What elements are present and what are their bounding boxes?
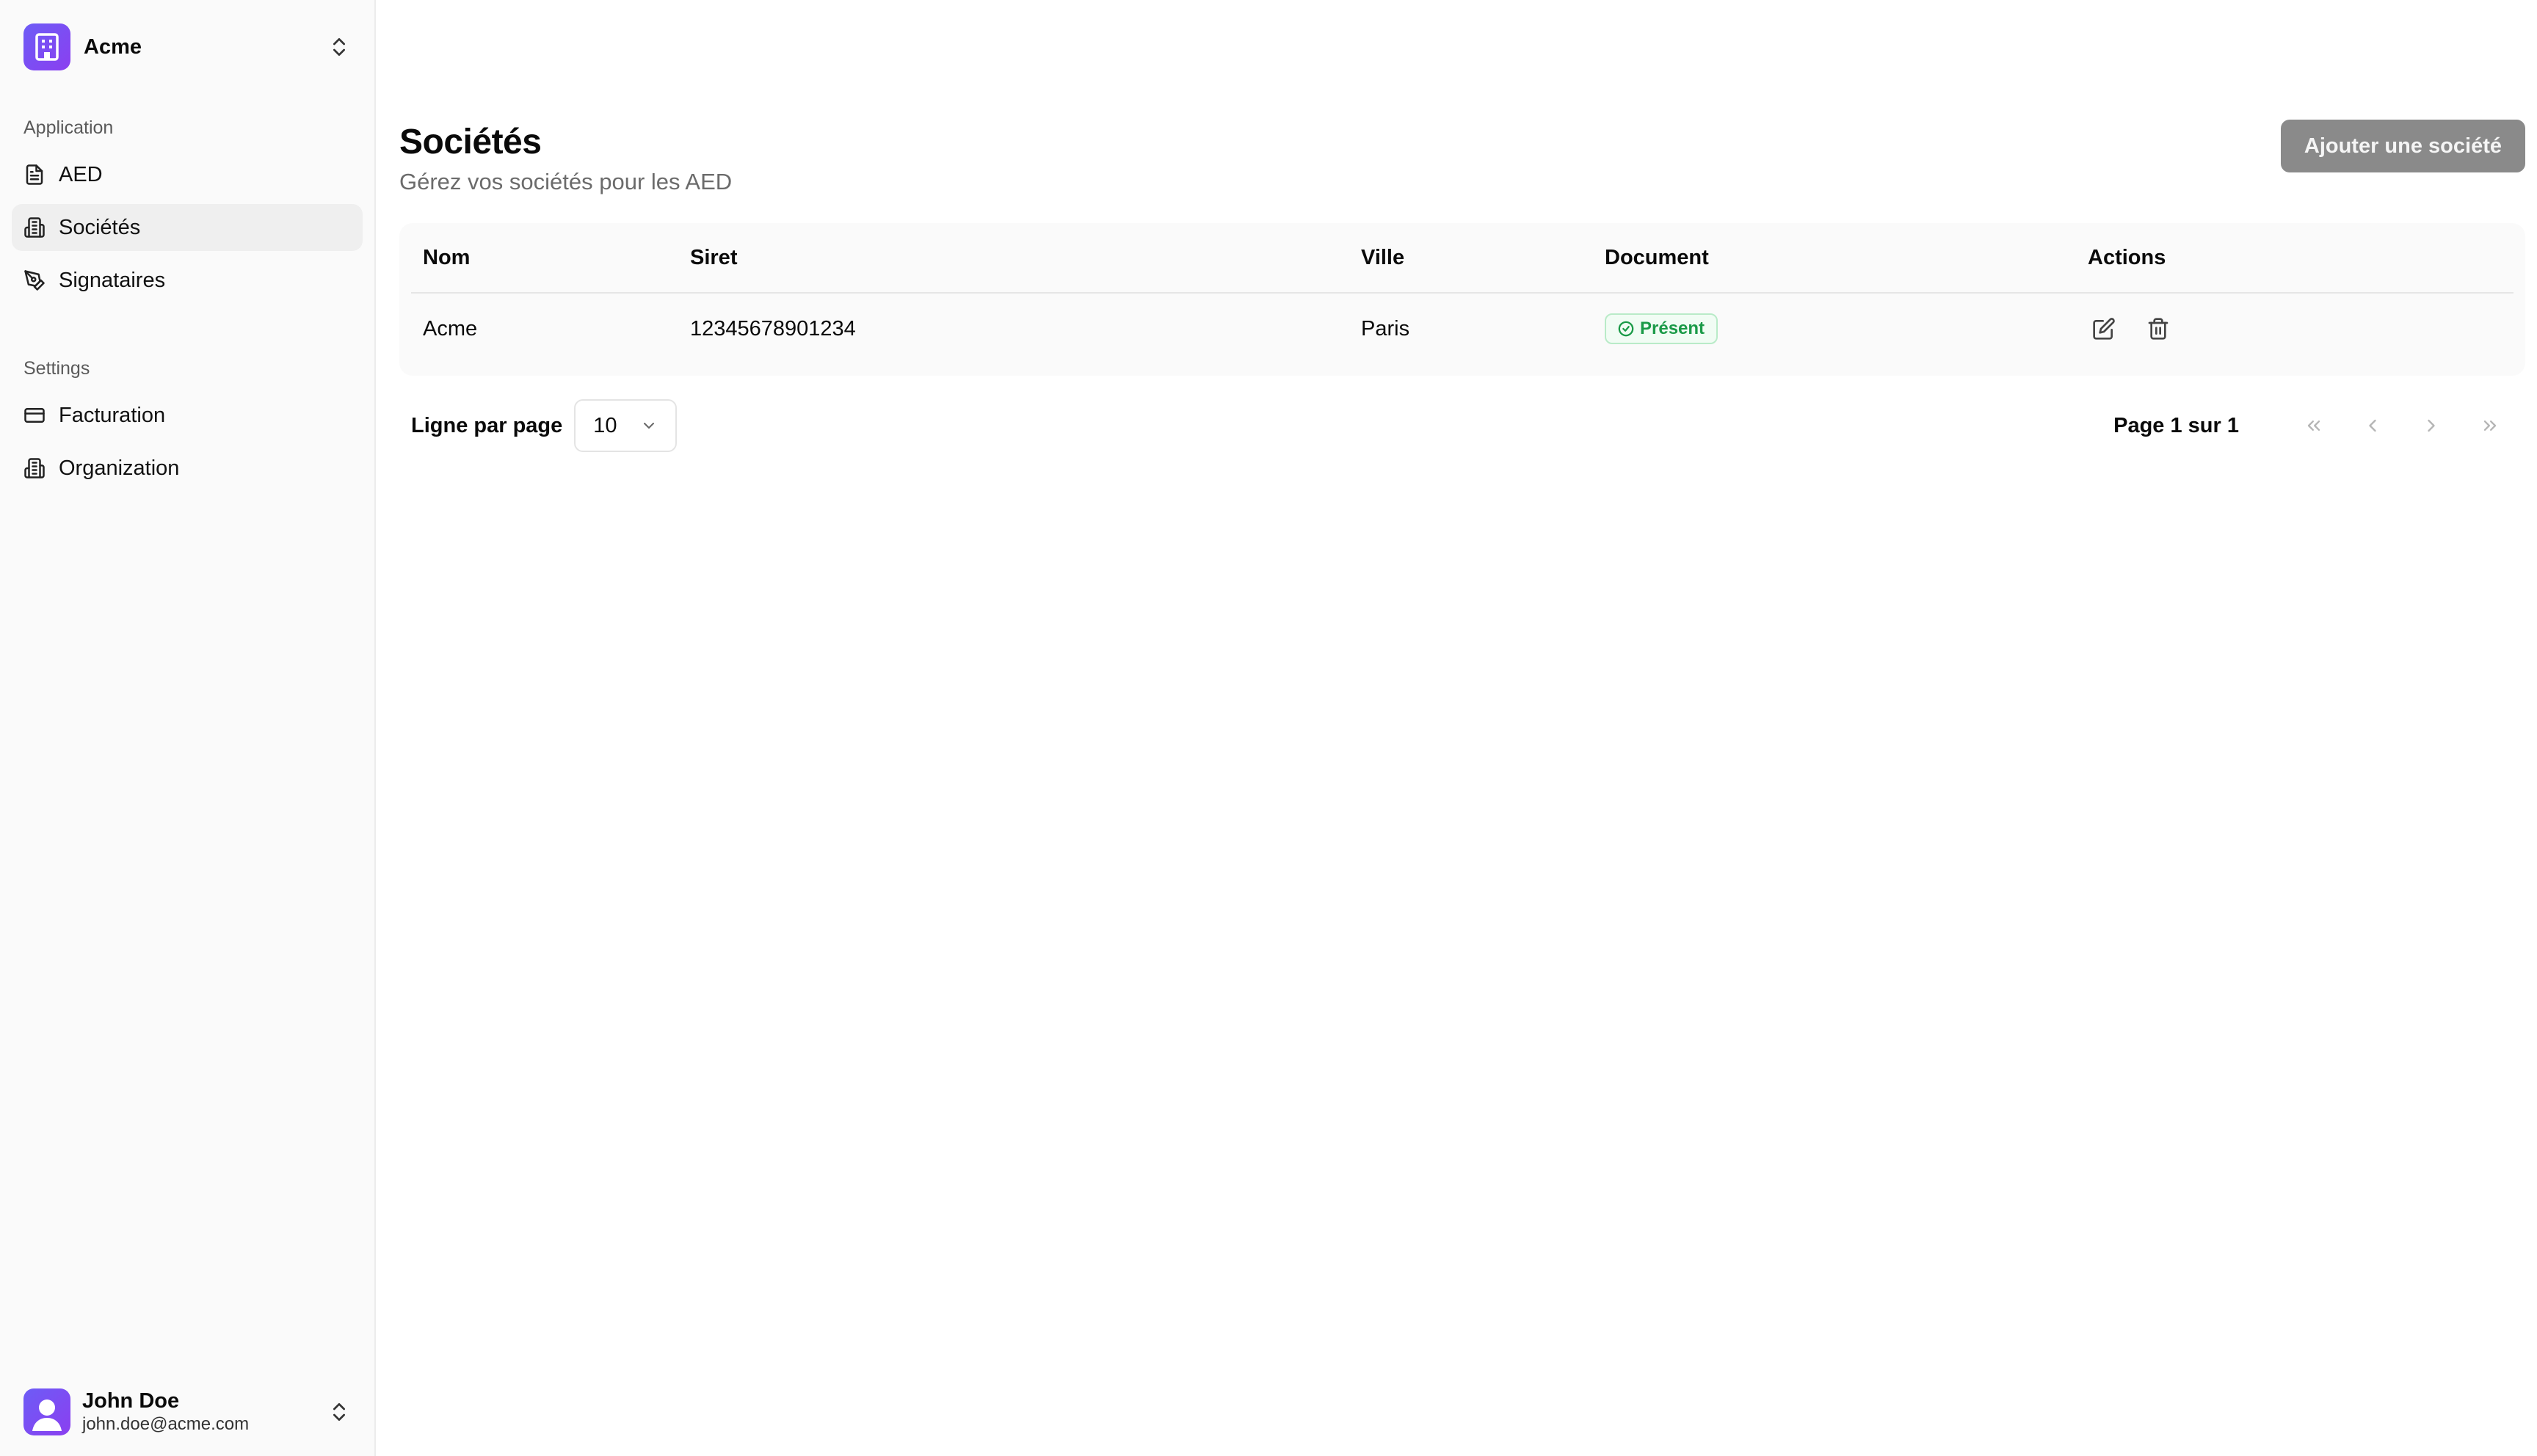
chevrons-left-icon bbox=[2307, 421, 2320, 431]
edit-button[interactable] bbox=[2088, 313, 2120, 345]
sidebar-group-label-application: Application bbox=[23, 117, 114, 138]
cell-nom: Acme bbox=[423, 316, 478, 341]
chevron-left-icon bbox=[2369, 419, 2376, 432]
user-icon bbox=[32, 1399, 62, 1431]
page-navigation bbox=[2290, 402, 2514, 449]
cell-document: Présent bbox=[1605, 313, 1718, 344]
page-subtitle: Gérez vos sociétés pour les AED bbox=[399, 169, 733, 194]
column-header-document[interactable]: Document bbox=[1605, 246, 1709, 270]
sidebar-item-organization[interactable]: Organization bbox=[12, 445, 363, 492]
pagination-bar: Ligne par page 10 Page 1 sur 1 bbox=[411, 399, 2514, 452]
next-page-button[interactable] bbox=[2408, 402, 2455, 449]
trash-icon bbox=[2148, 318, 2168, 340]
edit-icon bbox=[2093, 318, 2115, 340]
previous-page-button[interactable] bbox=[2349, 402, 2396, 449]
column-header-nom[interactable]: Nom bbox=[423, 246, 470, 270]
column-header-ville[interactable]: Ville bbox=[1361, 246, 1404, 270]
user-email: john.doe@acme.com bbox=[82, 1414, 250, 1434]
sidebar-group-label-settings: Settings bbox=[23, 358, 90, 379]
user-info: John Doe john.doe@acme.com bbox=[82, 1388, 327, 1435]
cell-ville: Paris bbox=[1361, 316, 1410, 341]
sidebar-nav-application: AED Sociétés Signataires bbox=[12, 151, 363, 310]
sidebar-item-aed[interactable]: AED bbox=[12, 151, 363, 198]
building-icon bbox=[23, 23, 70, 70]
chevrons-up-down-icon bbox=[333, 1403, 345, 1421]
org-switcher[interactable]: Acme bbox=[12, 21, 363, 73]
sidebar-item-label: Facturation bbox=[59, 403, 166, 427]
circle-check-icon bbox=[1618, 321, 1634, 337]
building-icon bbox=[24, 217, 45, 238]
app-root: Acme Application AED Sociétés Signataire… bbox=[0, 0, 2537, 1456]
chevrons-right-icon bbox=[2483, 421, 2497, 431]
building-icon bbox=[24, 458, 45, 478]
sidebar: Acme Application AED Sociétés Signataire… bbox=[0, 0, 376, 1456]
credit-card-icon bbox=[24, 408, 45, 423]
sidebar-item-facturation[interactable]: Facturation bbox=[12, 392, 363, 439]
page-info: Page 1 sur 1 bbox=[2113, 413, 2239, 437]
sidebar-item-signataires[interactable]: Signataires bbox=[12, 257, 363, 304]
user-name: John Doe bbox=[82, 1389, 180, 1413]
file-text-icon bbox=[26, 164, 43, 185]
document-status-badge: Présent bbox=[1605, 313, 1718, 344]
first-page-button[interactable] bbox=[2290, 402, 2337, 449]
last-page-button[interactable] bbox=[2467, 402, 2514, 449]
sidebar-item-societes[interactable]: Sociétés bbox=[12, 204, 363, 251]
companies-table: Nom Siret Ville Document Actions Acme 12… bbox=[399, 223, 2525, 376]
pen-tool-icon bbox=[24, 270, 45, 291]
column-header-actions: Actions bbox=[2088, 245, 2166, 269]
sidebar-nav-settings: Facturation Organization bbox=[12, 392, 363, 498]
org-name: Acme bbox=[84, 34, 142, 59]
cell-siret: 12345678901234 bbox=[690, 316, 856, 341]
sidebar-item-label: Organization bbox=[59, 456, 180, 480]
sidebar-item-label: AED bbox=[59, 162, 103, 186]
avatar bbox=[23, 1388, 70, 1435]
rows-per-page-select[interactable]: 10 bbox=[574, 399, 678, 452]
main-content: Sociétés Gérez vos sociétés pour les AED… bbox=[376, 0, 2537, 1456]
delete-button[interactable] bbox=[2142, 313, 2174, 345]
add-company-button[interactable]: Ajouter une société bbox=[2280, 120, 2525, 172]
document-status-text: Présent bbox=[1640, 318, 1705, 338]
page-title: Sociétés bbox=[399, 123, 542, 161]
chevrons-up-down-icon bbox=[333, 38, 345, 56]
chevron-down-icon bbox=[644, 423, 655, 429]
user-menu[interactable]: John Doe john.doe@acme.com bbox=[12, 1381, 363, 1443]
table-header: Nom Siret Ville Document Actions bbox=[411, 223, 2514, 294]
table-row[interactable]: Acme 12345678901234 Paris Présent bbox=[411, 294, 2514, 364]
rows-per-page-value: 10 bbox=[593, 413, 617, 437]
rows-per-page-label: Ligne par page bbox=[411, 413, 563, 437]
sidebar-item-label: Sociétés bbox=[59, 215, 141, 239]
column-header-siret[interactable]: Siret bbox=[690, 246, 737, 270]
chevron-right-icon bbox=[2428, 419, 2435, 432]
cell-actions bbox=[2088, 313, 2174, 345]
sidebar-item-label: Signataires bbox=[59, 268, 166, 292]
